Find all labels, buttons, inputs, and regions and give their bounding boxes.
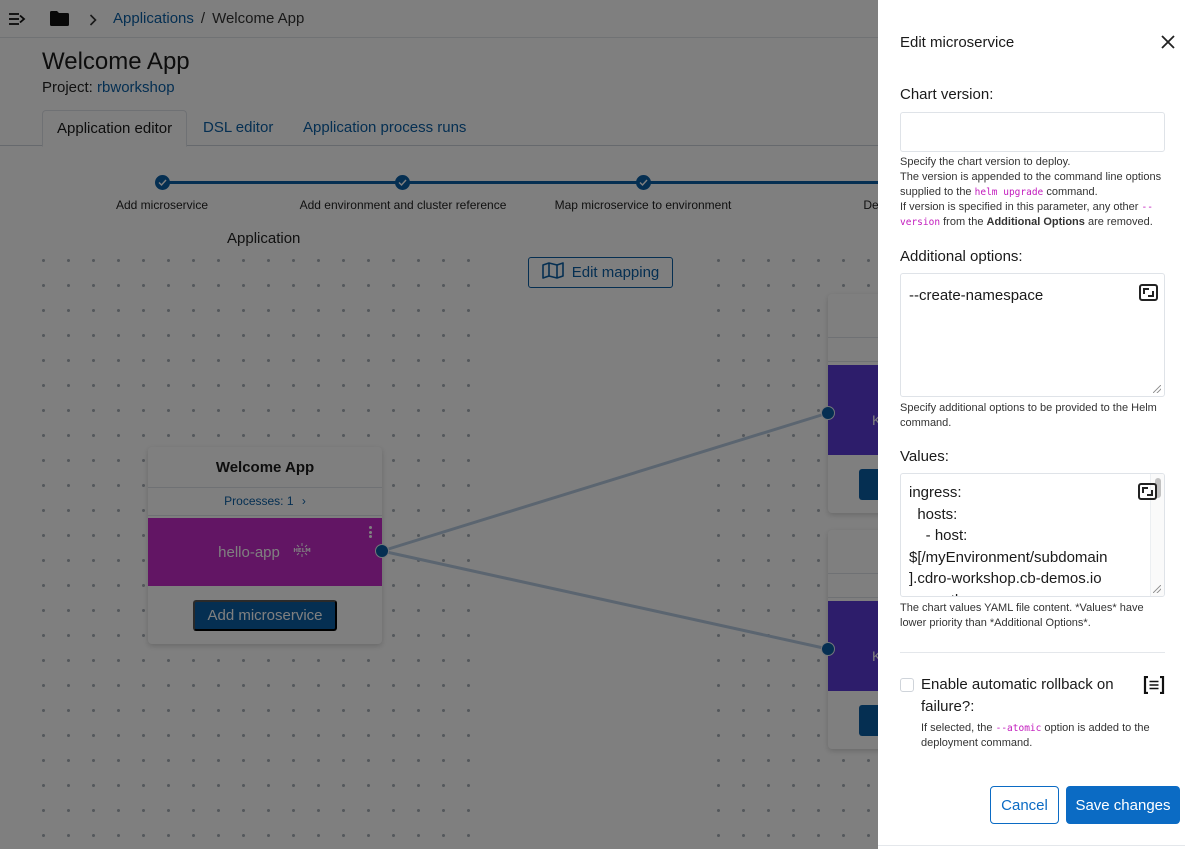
additional-options-label: Additional options: [900,248,1023,265]
drawer-footer-border [878,845,1185,849]
chart-version-label: Chart version: [900,86,994,103]
values-textarea[interactable]: ingress: hosts: - host: $[/myEnvironment… [900,473,1165,597]
expand-icon[interactable] [1139,284,1158,301]
edit-microservice-drawer: Edit microservice Chart version: Specify… [878,0,1185,849]
help-text: The version is appended to the command l… [900,171,1162,198]
chart-version-input[interactable] [900,112,1165,152]
help-text: If version is specified in this paramete… [900,201,1153,228]
section-divider [900,652,1165,653]
values-label: Values: [900,448,949,465]
rollback-help: If selected, the --atomic option is adde… [921,722,1150,749]
additional-options-help: Specify additional options to be provide… [900,402,1157,429]
cancel-button[interactable]: Cancel [990,786,1059,824]
additional-options-value: --create-namespace [909,287,1044,304]
close-icon[interactable] [1160,34,1176,50]
rollback-label[interactable]: Enable automatic rollback on failure?: [921,674,1121,718]
documentation-icon[interactable] [1143,675,1165,695]
expand-icon[interactable] [1138,483,1157,500]
rollback-checkbox[interactable] [900,678,914,692]
drawer-title: Edit microservice [900,34,1015,51]
additional-options-textarea[interactable]: --create-namespace [900,273,1165,397]
resize-handle[interactable] [1153,385,1161,393]
save-changes-button[interactable]: Save changes [1066,786,1180,824]
chart-version-help: Specify the chart version to deploy. The… [900,155,1168,230]
modal-backdrop[interactable] [0,0,878,849]
help-text: Specify the chart version to deploy. [900,156,1071,168]
values-help: The chart values YAML file content. *Val… [900,602,1144,629]
resize-handle[interactable] [1153,585,1161,593]
values-value: ingress: hosts: - host: $[/myEnvironment… [909,484,1108,596]
